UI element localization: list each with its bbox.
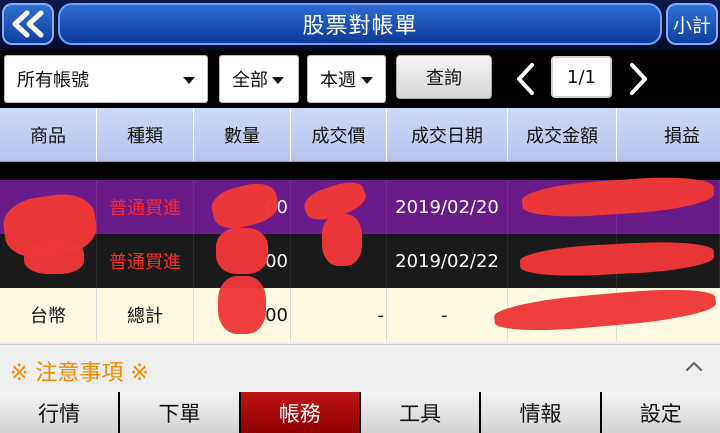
redaction-mark [216,228,268,274]
tab-settings[interactable]: 設定 [601,392,720,433]
subtotal-button[interactable]: 小計 [666,3,718,45]
table-header: 商品 種類 數量 成交價 成交日期 成交金額 損益 [0,108,720,162]
column-header-amount[interactable]: 成交金額 [508,108,617,161]
filter-bar: 所有帳號 全部 本週 查詢 1/1 [0,50,720,108]
account-dropdown[interactable]: 所有帳號 [4,55,208,103]
category-dropdown-value: 全部 [232,70,268,91]
column-header-type[interactable]: 種類 [97,108,194,161]
cell-product: 台幣 [0,288,97,342]
bottom-nav: 行情 下單 帳務 工具 情報 設定 [0,392,720,433]
next-page-icon[interactable] [624,62,652,96]
table-spacer [0,162,720,180]
cell-date: 2019/02/22 [387,234,508,288]
tab-account[interactable]: 帳務 [240,392,359,433]
back-button[interactable] [2,3,54,45]
tab-info[interactable]: 情報 [481,392,600,433]
page-title: 股票對帳單 [58,3,662,45]
notice-label: ※ 注意事項 ※ [10,361,149,386]
period-dropdown-value: 本週 [320,70,356,91]
tab-tools[interactable]: 工具 [360,392,480,433]
redaction-mark [322,214,362,266]
column-header-product[interactable]: 商品 [0,108,97,161]
cell-date: - [387,288,508,342]
caret-down-icon [272,77,284,84]
notice-bar[interactable]: ※ 注意事項 ※ [0,344,720,390]
cell-date: 2019/02/20 [387,180,508,234]
category-dropdown[interactable]: 全部 [219,55,299,103]
tab-quotes[interactable]: 行情 [0,392,119,433]
caret-down-icon [183,77,195,84]
double-chevron-left-icon [12,10,44,38]
tab-order[interactable]: 下單 [120,392,239,433]
column-header-pnl[interactable]: 損益 [617,108,720,161]
chevron-up-icon[interactable] [684,359,704,373]
redaction-mark [218,276,266,334]
caret-down-icon [361,77,373,84]
page-indicator: 1/1 [551,56,612,98]
query-button[interactable]: 查詢 [396,55,492,99]
column-header-date[interactable]: 成交日期 [387,108,508,161]
column-header-quantity[interactable]: 數量 [194,108,291,161]
redaction-mark [24,240,84,274]
cell-type: 普通買進 [97,180,194,234]
cell-price: - [291,288,387,342]
previous-page-icon[interactable] [512,62,540,96]
cell-type: 普通買進 [97,234,194,288]
cell-type: 總計 [97,288,194,342]
account-dropdown-value: 所有帳號 [17,70,89,91]
app-root: 股票對帳單 小計 所有帳號 全部 本週 查詢 1/1 商品 種類 數量 成交價 … [0,0,720,433]
app-header: 股票對帳單 小計 [0,0,720,50]
column-header-price[interactable]: 成交價 [291,108,387,161]
period-dropdown[interactable]: 本週 [307,55,386,103]
